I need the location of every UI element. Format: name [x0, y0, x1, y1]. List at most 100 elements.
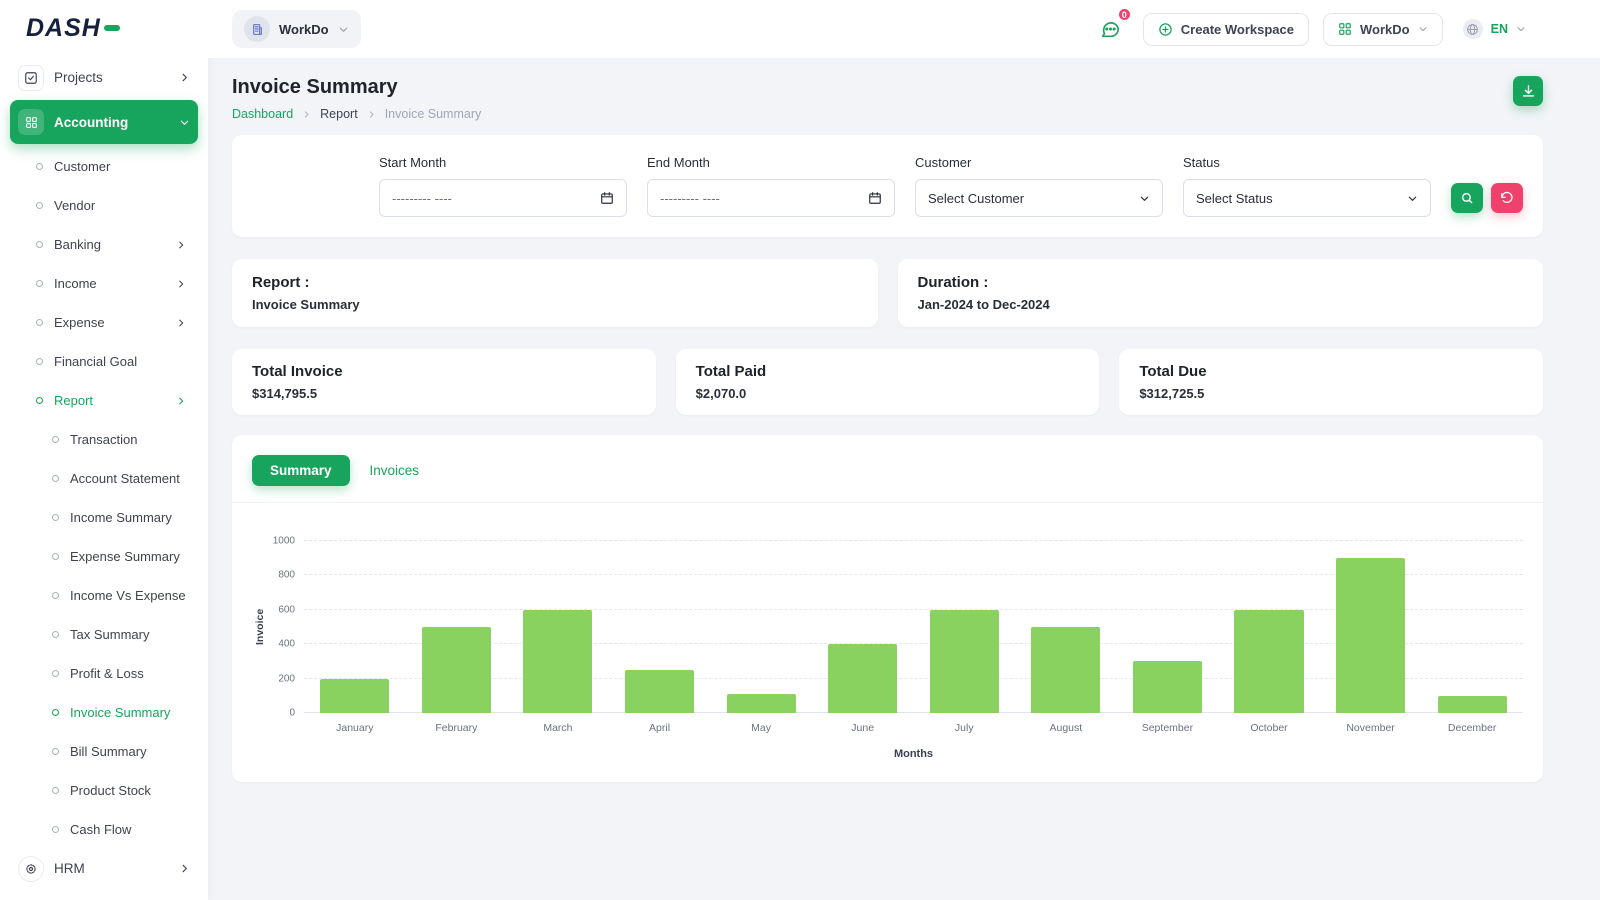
logo-dash-accent [103, 25, 120, 31]
topbar: WorkDo 0 Create Workspace WorkDo EN [208, 0, 1600, 58]
sidebar-item-product-stock[interactable]: Product Stock [10, 771, 198, 810]
grid-icon [1338, 22, 1352, 36]
bullet-icon [52, 514, 59, 521]
sidebar-item-hrm[interactable]: HRM [10, 849, 198, 888]
workdo-menu-button[interactable]: WorkDo [1323, 12, 1443, 46]
bar-november[interactable] [1336, 558, 1406, 713]
reset-filter-button[interactable] [1491, 183, 1523, 213]
total-paid-label: Total Paid [695, 363, 767, 380]
messages-button[interactable]: 0 [1090, 7, 1132, 48]
download-button[interactable] [1513, 76, 1543, 106]
chart-x-axis: January February March April May June July Augu… [252, 713, 1523, 734]
sidebar-item-profit-loss[interactable]: Profit & Loss [10, 654, 198, 693]
customer-select-value: Select Customer [928, 190, 1025, 206]
bar-september[interactable] [1132, 661, 1202, 713]
total-invoice-value: $314,795.5 [252, 386, 318, 401]
sidebar-item-expense[interactable]: Expense [10, 303, 198, 342]
sidebar-item-label: Tax Summary [70, 627, 150, 642]
sidebar-item-projects[interactable]: Projects [10, 58, 198, 97]
y-tick-label: 800 [278, 569, 295, 581]
sidebar-item-income-vs-expense[interactable]: Income Vs Expense [10, 576, 198, 615]
bar-april[interactable] [624, 670, 695, 713]
chevron-right-icon [176, 240, 186, 250]
customer-select[interactable]: Select Customer [915, 179, 1163, 217]
reset-icon [1500, 191, 1514, 205]
sidebar-item-customer[interactable]: Customer [10, 147, 198, 186]
breadcrumb-current: Invoice Summary [384, 107, 482, 121]
x-tick-label: December [1447, 722, 1497, 734]
bar-march[interactable] [523, 609, 593, 713]
sidebar-item-bill-summary[interactable]: Bill Summary [10, 732, 198, 771]
sidebar-item-financial-goal[interactable]: Financial Goal [10, 342, 198, 381]
breadcrumb-report[interactable]: Report [320, 107, 358, 121]
end-month-field: End Month --------- ---- [647, 155, 895, 217]
bar-july[interactable] [929, 609, 999, 713]
sidebar-item-invoice-summary[interactable]: Invoice Summary [10, 693, 198, 732]
app-logo[interactable]: DASH [0, 0, 208, 56]
report-label: Report : [252, 274, 310, 291]
sidebar-item-expense-summary[interactable]: Expense Summary [10, 537, 198, 576]
x-tick-label: January [336, 722, 374, 734]
bar-june[interactable] [828, 644, 898, 713]
end-month-input[interactable]: --------- ---- [647, 179, 895, 217]
sidebar-item-cash-flow[interactable]: Cash Flow [10, 810, 198, 849]
chevron-right-icon [179, 72, 190, 83]
status-select[interactable]: Select Status [1183, 179, 1431, 217]
duration-value: Jan-2024 to Dec-2024 [917, 297, 1050, 312]
breadcrumb: Dashboard Report Invoice Summary [232, 107, 481, 121]
chevron-right-icon [179, 863, 190, 874]
breadcrumb-dashboard[interactable]: Dashboard [232, 107, 293, 121]
x-tick-label: May [751, 722, 772, 734]
bar-october[interactable] [1234, 609, 1304, 713]
y-tick-label: 1000 [272, 535, 295, 547]
create-workspace-label: Create Workspace [1180, 21, 1295, 37]
sidebar-item-label: Income Vs Expense [70, 588, 186, 603]
chevron-right-icon [367, 110, 376, 119]
workspace-selector[interactable]: WorkDo [232, 10, 361, 48]
hrm-icon [18, 855, 44, 882]
start-month-input[interactable]: --------- ---- [379, 179, 627, 217]
bar-february[interactable] [421, 627, 491, 713]
sidebar-item-income-summary[interactable]: Income Summary [10, 498, 198, 537]
totals-row: Total Invoice $314,795.5 Total Paid $2,0… [232, 349, 1543, 415]
chart-tabs: Summary Invoices [252, 455, 1523, 486]
sidebar-item-account-statement[interactable]: Account Statement [10, 459, 198, 498]
sidebar-nav: Projects Accounting Customer Vendor Bank… [0, 56, 208, 900]
sidebar-item-transaction[interactable]: Transaction [10, 420, 198, 459]
sidebar-item-label: Bill Summary [70, 744, 147, 759]
bar-column-april [609, 541, 711, 713]
sidebar-item-tax-summary[interactable]: Tax Summary [10, 615, 198, 654]
sidebar-item-accounting[interactable]: Accounting [10, 100, 198, 144]
bar-august[interactable] [1031, 627, 1101, 713]
y-tick-label: 0 [289, 707, 295, 719]
tab-invoices[interactable]: Invoices [360, 455, 430, 486]
calendar-icon [600, 191, 614, 205]
x-tick-label: October [1250, 722, 1288, 734]
sidebar-item-banking[interactable]: Banking [10, 225, 198, 264]
bar-december[interactable] [1437, 695, 1507, 713]
language-selector[interactable]: EN [1456, 11, 1532, 47]
sidebar-item-report[interactable]: Report [10, 381, 198, 420]
apply-filter-button[interactable] [1451, 183, 1483, 213]
sidebar-item-label: Financial Goal [54, 354, 138, 369]
sidebar-item-income[interactable]: Income [10, 264, 198, 303]
sidebar-item-label: HRM [54, 861, 85, 876]
sidebar-item-label: Accounting [54, 114, 129, 130]
tab-summary[interactable]: Summary [252, 455, 350, 486]
bar-column-september [1117, 541, 1219, 713]
create-workspace-button[interactable]: Create Workspace [1142, 12, 1310, 46]
start-month-field: Start Month --------- ---- [379, 155, 627, 217]
total-paid-card: Total Paid $2,070.0 [675, 349, 1100, 415]
x-tick-label: August [1049, 722, 1083, 734]
sidebar-item-label: Invoice Summary [70, 705, 171, 720]
filter-card: Start Month --------- ---- End Month ---… [232, 135, 1543, 237]
x-tick-label: November [1346, 722, 1395, 734]
chevron-down-icon [1418, 24, 1428, 34]
duration-label: Duration : [917, 274, 989, 291]
bar-january[interactable] [320, 678, 390, 713]
status-field: Status Select Status [1183, 155, 1431, 217]
bar-may[interactable] [726, 694, 796, 713]
main-area: WorkDo 0 Create Workspace WorkDo EN Invo… [208, 0, 1600, 900]
sidebar-item-vendor[interactable]: Vendor [10, 186, 198, 225]
bar-column-october [1218, 541, 1320, 713]
